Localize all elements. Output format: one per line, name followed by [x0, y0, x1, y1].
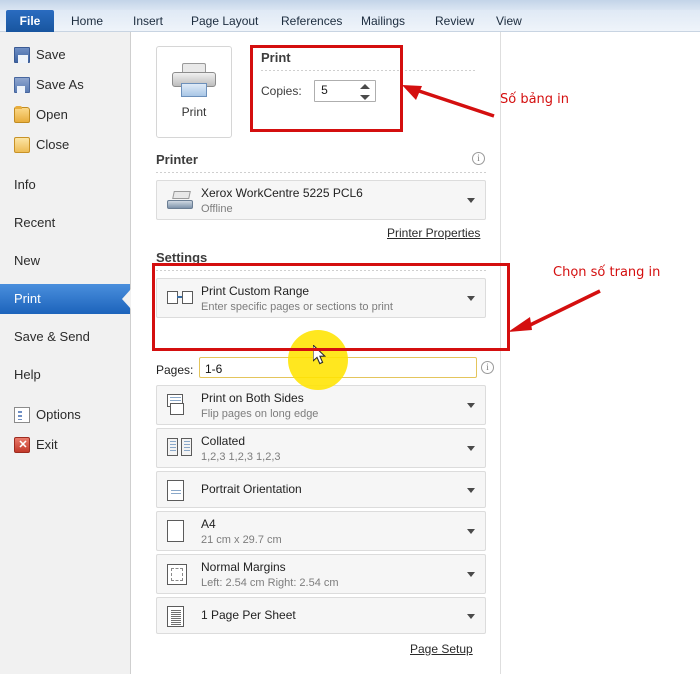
sidebar-item-label: Exit: [36, 437, 58, 452]
pages-per-sheet-select[interactable]: 1 Page Per Sheet: [156, 597, 486, 634]
printer-name: Xerox WorkCentre 5225 PCL6: [201, 186, 363, 200]
printer-properties-link[interactable]: Printer Properties: [387, 226, 480, 240]
duplex-icon: [167, 394, 189, 416]
tab-home[interactable]: Home: [62, 10, 112, 32]
sidebar-item-save[interactable]: Save: [0, 40, 130, 70]
margins-title: Normal Margins: [201, 560, 286, 574]
sidebar-item-label: Info: [14, 177, 36, 192]
pages-label: Pages:: [156, 363, 194, 377]
print-button[interactable]: Print: [156, 46, 232, 138]
sidebar-item-new[interactable]: New: [0, 246, 130, 276]
sidebar-item-save-and-send[interactable]: Save & Send: [0, 322, 130, 352]
margins-icon: [167, 564, 187, 585]
margins-subtitle: Left: 2.54 cm Right: 2.54 cm: [201, 577, 339, 589]
annotation-arrow-pages: [508, 289, 601, 332]
annotation-box-pages: [152, 263, 510, 351]
tab-page-layout[interactable]: Page Layout: [182, 10, 267, 32]
orientation-select[interactable]: Portrait Orientation: [156, 471, 486, 508]
sidebar-item-print[interactable]: Print: [0, 284, 131, 314]
printer-status: Offline: [201, 203, 233, 215]
options-icon: [14, 407, 30, 423]
paper-size-subtitle: 21 cm x 29.7 cm: [201, 534, 282, 546]
nav-divider: [0, 160, 130, 170]
page-setup-link[interactable]: Page Setup: [410, 642, 473, 656]
collate-select[interactable]: Collated 1,2,3 1,2,3 1,2,3: [156, 428, 486, 468]
sidebar-item-recent[interactable]: Recent: [0, 208, 130, 238]
chevron-down-icon[interactable]: [467, 529, 475, 534]
margins-select[interactable]: Normal Margins Left: 2.54 cm Right: 2.54…: [156, 554, 486, 594]
chevron-down-icon[interactable]: [467, 613, 475, 619]
window-title-bar: [0, 0, 700, 10]
pages-per-sheet-title: 1 Page Per Sheet: [201, 608, 296, 622]
sidebar-item-label: Open: [36, 107, 68, 122]
annotation-box-copies: [250, 45, 403, 132]
duplex-select[interactable]: Print on Both Sides Flip pages on long e…: [156, 385, 486, 425]
paper-size-icon: [167, 520, 184, 542]
annotation-label-pages: Chọn số trang in: [553, 265, 661, 280]
chevron-down-icon[interactable]: [467, 572, 475, 577]
sidebar-item-open[interactable]: Open: [0, 100, 130, 130]
sidebar-item-label: Close: [36, 137, 70, 152]
save-icon: [14, 47, 30, 63]
tab-view[interactable]: View: [487, 10, 531, 32]
sidebar-item-exit[interactable]: Exit: [0, 430, 130, 460]
sidebar-item-label: New: [14, 253, 41, 268]
annotation-label-copies: Số bảng in: [500, 92, 570, 107]
ribbon-tab-bar: File Home Insert Page Layout References …: [0, 10, 700, 32]
collate-subtitle: 1,2,3 1,2,3 1,2,3: [201, 451, 281, 463]
sidebar-item-label: Print: [14, 291, 41, 306]
close-folder-icon: [14, 137, 30, 153]
sidebar-item-label: Options: [36, 407, 81, 422]
tab-file[interactable]: File: [6, 10, 54, 32]
exit-icon: [14, 437, 31, 453]
annotation-arrow-copies: [402, 85, 495, 118]
sidebar-item-info[interactable]: Info: [0, 170, 130, 200]
printer-select[interactable]: Xerox WorkCentre 5225 PCL6 Offline: [156, 180, 486, 220]
pages-per-sheet-icon: [167, 605, 184, 627]
printer-device-icon: [167, 191, 193, 209]
collate-icon: [167, 438, 193, 458]
sidebar-item-label: Save & Send: [14, 329, 90, 344]
sidebar-item-label: Save: [36, 47, 66, 62]
tab-review[interactable]: Review: [426, 10, 483, 32]
nav-divider-2: [0, 390, 130, 400]
pages-info-icon[interactable]: i: [481, 361, 494, 374]
printer-info-icon[interactable]: i: [472, 152, 485, 165]
tab-references[interactable]: References: [272, 10, 351, 32]
printer-section-heading: Printer: [156, 152, 198, 167]
sidebar-item-label: Help: [14, 367, 41, 382]
tab-insert[interactable]: Insert: [124, 10, 172, 32]
duplex-subtitle: Flip pages on long edge: [201, 408, 319, 420]
printer-icon: [172, 63, 216, 99]
save-as-icon: [14, 77, 30, 93]
paper-size-title: A4: [201, 517, 216, 531]
open-folder-icon: [14, 106, 30, 123]
backstage-navigation: Save Save As Open Close Info Recent New …: [0, 32, 131, 674]
duplex-title: Print on Both Sides: [201, 391, 304, 405]
chevron-down-icon[interactable]: [467, 403, 475, 408]
chevron-down-icon[interactable]: [467, 446, 475, 451]
orientation-title: Portrait Orientation: [201, 482, 302, 496]
preview-pane: [500, 32, 700, 674]
tab-mailings[interactable]: Mailings: [352, 10, 414, 32]
chevron-down-icon[interactable]: [467, 198, 475, 203]
printer-heading-rule: [156, 172, 486, 173]
sidebar-item-options[interactable]: Options: [0, 400, 130, 430]
chevron-down-icon[interactable]: [467, 487, 475, 493]
sidebar-item-help[interactable]: Help: [0, 360, 130, 390]
sidebar-item-label: Recent: [14, 215, 56, 230]
sidebar-item-save-as[interactable]: Save As: [0, 70, 130, 100]
orientation-icon: [167, 479, 184, 501]
print-button-label: Print: [181, 105, 207, 119]
sidebar-item-label: Save As: [36, 77, 84, 92]
collate-title: Collated: [201, 434, 246, 448]
paper-size-select[interactable]: A4 21 cm x 29.7 cm: [156, 511, 486, 551]
sidebar-item-close[interactable]: Close: [0, 130, 130, 160]
